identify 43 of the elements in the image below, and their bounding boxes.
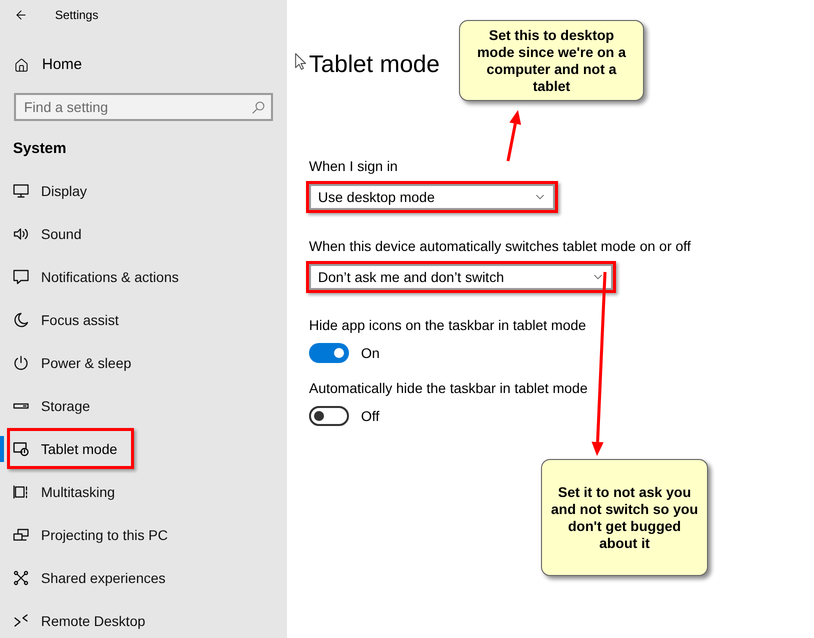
mouse-pointer-icon bbox=[295, 53, 306, 70]
sidebar-item[interactable]: Projecting to this PC bbox=[0, 518, 287, 552]
tablet-hand-icon bbox=[13, 441, 29, 457]
window-title: Settings bbox=[55, 7, 98, 23]
callout-note: Set this to desktop mode since we're on a computer and not a tablet bbox=[459, 20, 644, 101]
toggle-state-label: On bbox=[361, 344, 380, 363]
selection-indicator bbox=[0, 436, 4, 462]
speech-bubble-icon bbox=[13, 269, 29, 285]
search-field[interactable]: Find a setting bbox=[14, 93, 273, 121]
page-title: Tablet mode bbox=[309, 50, 440, 80]
search-icon bbox=[252, 101, 265, 114]
two-screens-icon bbox=[13, 527, 29, 543]
dropdown[interactable]: Use desktop mode bbox=[309, 184, 555, 210]
monitor-icon bbox=[13, 183, 29, 199]
setting-label: Automatically hide the taskbar in tablet mode bbox=[309, 379, 588, 398]
setting-label: Hide app icons on the taskbar in tablet mode bbox=[309, 316, 586, 335]
toggle-switch[interactable] bbox=[309, 343, 349, 363]
sidebar-item[interactable]: Power & sleep bbox=[0, 346, 287, 380]
sidebar-item[interactable]: Shared experiences bbox=[0, 561, 287, 595]
sidebar-item[interactable]: Storage bbox=[0, 389, 287, 423]
section-heading: System bbox=[12, 139, 68, 159]
setting-label: When I sign in bbox=[309, 157, 399, 176]
toggle-state-label: Off bbox=[361, 407, 380, 426]
sidebar-item[interactable]: Notifications & actions bbox=[0, 260, 287, 294]
annotation-arrow bbox=[506, 110, 522, 162]
sidebar-item[interactable]: Display bbox=[0, 174, 287, 208]
callout-note: Set it to not ask you and not switch so you don't get bugged about it bbox=[541, 459, 708, 576]
dropdown[interactable]: Don’t ask me and don’t switch bbox=[309, 264, 613, 290]
home-link[interactable]: Home bbox=[0, 48, 287, 82]
network-nodes-icon bbox=[13, 570, 29, 586]
toggle-switch[interactable] bbox=[309, 406, 349, 426]
sidebar-item[interactable]: Sound bbox=[0, 217, 287, 251]
speaker-icon bbox=[13, 226, 29, 242]
sidebar-item[interactable]: Focus assist bbox=[0, 303, 287, 337]
home-icon bbox=[14, 58, 29, 72]
sidebar-item[interactable]: Remote Desktop bbox=[0, 604, 287, 638]
moon-icon bbox=[13, 312, 29, 328]
power-icon bbox=[13, 355, 29, 371]
sidebar-item[interactable]: Multitasking bbox=[0, 475, 287, 509]
back-button[interactable] bbox=[14, 8, 28, 22]
sidebar-item[interactable]: Tablet mode bbox=[0, 432, 287, 466]
setting-label: When this device automatically switches tablet mode on or off bbox=[309, 237, 691, 256]
window-columns-icon bbox=[13, 484, 29, 500]
